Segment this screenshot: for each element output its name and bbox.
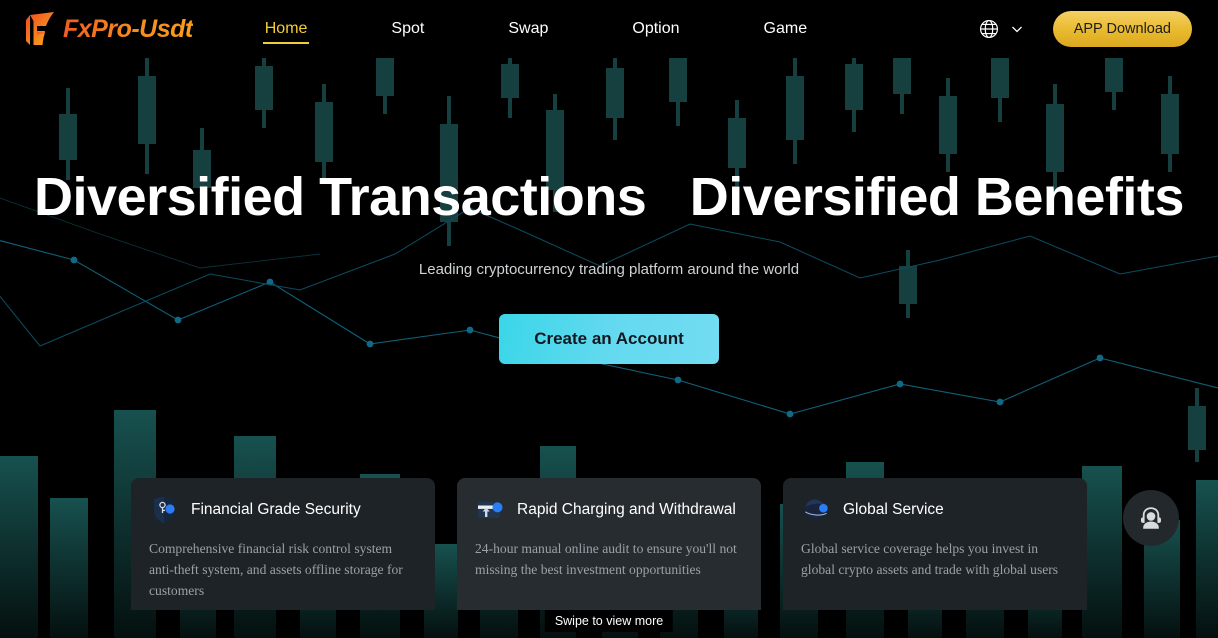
card-header: Global Service <box>801 494 1069 526</box>
nav-item-home[interactable]: Home <box>255 0 318 58</box>
nav-item-spot[interactable]: Spot <box>381 0 434 58</box>
feature-card-transfer[interactable]: Rapid Charging and Withdrawal 24-hour ma… <box>457 478 761 610</box>
card-header: Rapid Charging and Withdrawal <box>475 494 743 526</box>
customer-support-headset-icon <box>1141 507 1161 529</box>
feature-card-list: Financial Grade Security Comprehensive f… <box>0 478 1218 610</box>
planet-globe-icon <box>804 499 828 520</box>
fxpro-f-logo-icon <box>26 12 54 45</box>
nav-item-swap[interactable]: Swap <box>498 0 558 58</box>
card-title: Global Service <box>843 501 944 518</box>
hero-section: Diversified Transactions Diversified Ben… <box>0 58 1218 365</box>
card-body-text: 24-hour manual online audit to ensure yo… <box>475 541 737 578</box>
main-navigation: Home Spot Swap Option Game <box>255 0 817 58</box>
language-switcher[interactable] <box>978 18 1025 40</box>
globe-icon <box>979 19 998 39</box>
card-header: Financial Grade Security <box>149 494 417 526</box>
header-actions: APP Download <box>978 11 1192 47</box>
card-title: Rapid Charging and Withdrawal <box>517 501 736 518</box>
swipe-hint-label: Swipe to view more <box>544 610 674 632</box>
rapid-transfer-icon <box>478 502 503 518</box>
shield-lock-icon <box>154 496 175 524</box>
customer-support-button[interactable] <box>1123 490 1179 546</box>
card-body-text: Comprehensive financial risk control sys… <box>149 541 403 599</box>
site-header: FxPro-Usdt Home Spot Swap Option Game AP… <box>0 0 1218 58</box>
feature-card-global[interactable]: Global Service Global service coverage h… <box>783 478 1087 610</box>
brand-logo-text: FxPro-Usdt <box>63 14 193 43</box>
nav-item-option[interactable]: Option <box>622 0 689 58</box>
chevron-down-icon <box>1011 26 1022 33</box>
hero-subtitle: Leading cryptocurrency trading platform … <box>418 261 800 279</box>
page-title: Diversified Transactions Diversified Ben… <box>34 167 1184 227</box>
brand-logo[interactable]: FxPro-Usdt <box>24 9 193 49</box>
hero-cta-wrapper: Create an Account <box>0 314 1218 365</box>
card-title: Financial Grade Security <box>191 501 361 518</box>
nav-item-game[interactable]: Game <box>754 0 818 58</box>
app-download-button[interactable]: APP Download <box>1052 11 1192 47</box>
card-body-text: Global service coverage helps you invest… <box>801 541 1059 578</box>
create-account-button[interactable]: Create an Account <box>499 314 719 365</box>
feature-card-security[interactable]: Financial Grade Security Comprehensive f… <box>131 478 435 610</box>
